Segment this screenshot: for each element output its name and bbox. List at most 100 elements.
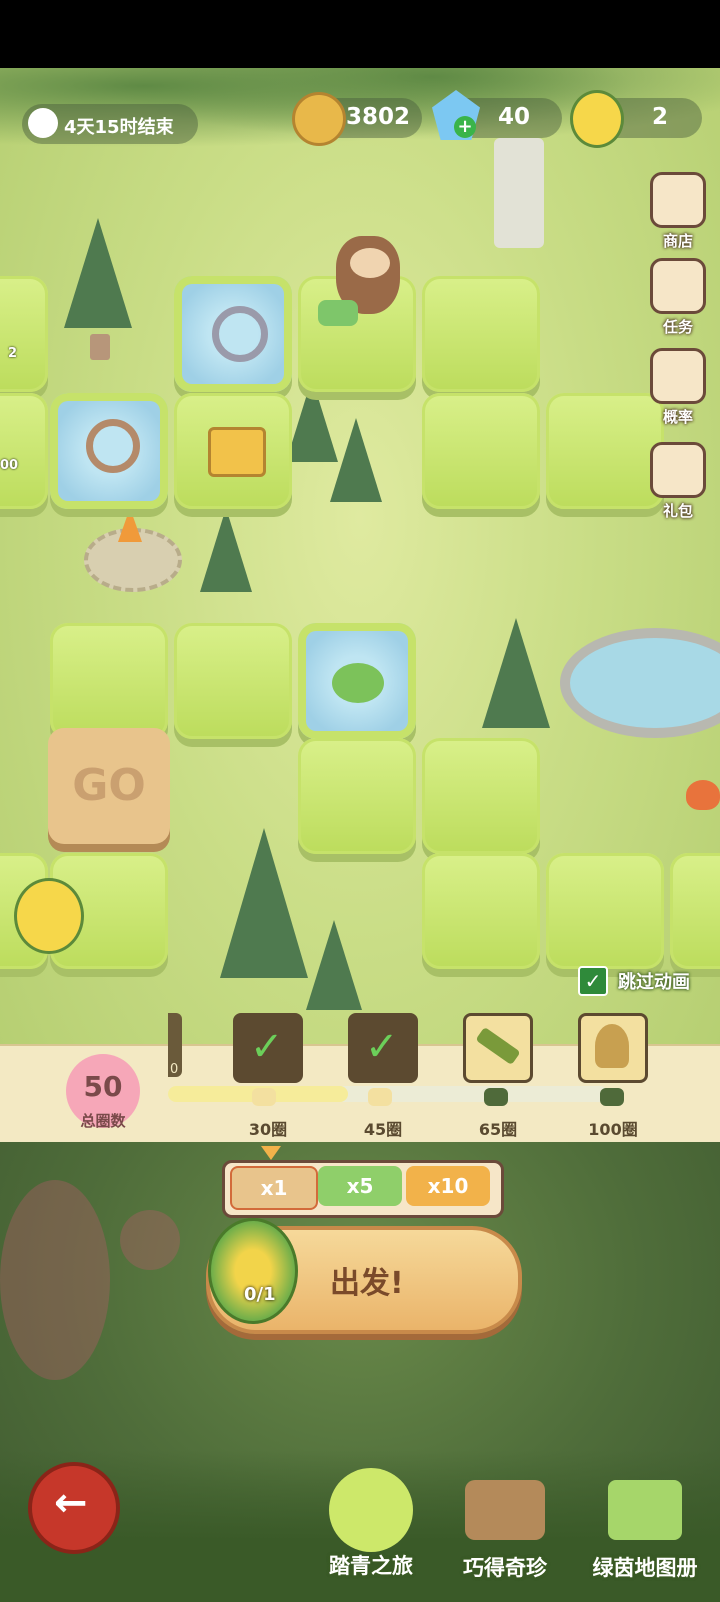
probability-button[interactable]: 概率 (648, 348, 708, 427)
board-tile (298, 738, 416, 854)
reward-partial-count: 0 (170, 1062, 179, 1077)
reward-30-claimed[interactable]: ✓ (233, 1013, 303, 1083)
flower-bush (120, 1210, 180, 1270)
honey-jar-icon (570, 90, 624, 148)
stone-column (494, 138, 544, 248)
board-tile (422, 738, 540, 854)
board-tile (50, 623, 168, 739)
multiplier-x5[interactable]: x5 (318, 1166, 402, 1206)
pine-tree-icon (200, 508, 252, 592)
board-tile-lilypad (298, 623, 416, 739)
gift-label: 礼包 (662, 502, 693, 520)
suitcase-icon (465, 1480, 545, 1540)
total-laps-value: 50 (83, 1070, 123, 1103)
milestone-65-label: 65圈 (478, 1120, 518, 1139)
add-icon[interactable]: + (454, 116, 476, 138)
go-start-tile: GO (48, 728, 170, 844)
fire-icon (118, 508, 142, 542)
pine-tree-icon (64, 218, 132, 328)
monkey-tab-icon (329, 1468, 413, 1552)
reward-65-bazooka[interactable] (463, 1013, 533, 1083)
selected-arrow-icon (261, 1146, 281, 1160)
probability-label: 概率 (662, 408, 693, 426)
board-tile (546, 393, 664, 509)
shop-label: 商店 (662, 232, 693, 250)
board-tile-key (174, 276, 292, 392)
pine-tree-icon (482, 618, 550, 728)
milestone-marker (600, 1088, 624, 1106)
reward-45-claimed[interactable]: ✓ (348, 1013, 418, 1083)
ticket-count: 0/1 (244, 1284, 276, 1305)
total-laps-label: 总圈数 (80, 1112, 126, 1130)
board-tile-key (50, 393, 168, 509)
board-tile (0, 276, 48, 392)
milestone-marker (484, 1088, 508, 1106)
milestone-marker (252, 1088, 276, 1106)
milestone-45-label: 45圈 (363, 1120, 403, 1139)
key-icon (212, 306, 268, 362)
tab-map-album-label: 绿茵地图册 (592, 1556, 698, 1580)
multiplier-x1[interactable]: x1 (230, 1166, 318, 1210)
task-button[interactable]: 任务 (648, 258, 708, 337)
tab-map-album[interactable]: 绿茵地图册 (580, 1468, 710, 1582)
reward-100-explorer[interactable] (578, 1013, 648, 1083)
countdown-text: 4天15时结束 (64, 117, 174, 138)
honey-counter: 2 (570, 90, 702, 148)
honey-jar-icon (14, 878, 84, 954)
shop-button[interactable]: 商店 (648, 172, 708, 251)
tile-count: 00 (0, 458, 19, 473)
pine-tree-icon (306, 920, 362, 1010)
tile-count: 2 (8, 346, 18, 361)
tab-treasures[interactable]: 巧得奇珍 (445, 1468, 565, 1582)
task-label: 任务 (662, 318, 693, 336)
board-tile (422, 276, 540, 392)
board-tile (670, 853, 720, 969)
shop-icon (650, 172, 706, 228)
lilypad-icon (332, 663, 384, 703)
coin-count: 3802 (346, 104, 411, 130)
milestone-100-label: 100圈 (588, 1120, 638, 1139)
tab-spring-outing[interactable]: 踏青之旅 (311, 1468, 431, 1580)
corn-ticket-icon (208, 1218, 298, 1324)
board-tile (174, 623, 292, 739)
checkbox-checked-icon[interactable]: ✓ (578, 966, 608, 996)
back-arrow-icon: ← (54, 1480, 88, 1526)
paw-icon (28, 108, 58, 138)
map-icon (608, 1480, 682, 1540)
gift-icon (650, 442, 706, 498)
tab-spring-outing-label: 踏青之旅 (329, 1554, 413, 1578)
skip-animation-label: 跳过动画 (618, 972, 690, 993)
board-tile (0, 393, 48, 509)
board-tile (546, 853, 664, 969)
crystal-counter[interactable]: + 40 (432, 90, 562, 140)
monkey-face (350, 248, 390, 278)
back-button[interactable]: ← (28, 1462, 120, 1554)
crystal-count: 40 (498, 104, 531, 130)
event-timer: 4天15时结束 (22, 104, 198, 144)
board-tile-chest (174, 393, 292, 509)
milestone-marker (368, 1088, 392, 1106)
watering-can-icon (318, 300, 358, 326)
explorer-avatar-icon (595, 1024, 629, 1068)
pine-tree-icon (330, 418, 382, 502)
check-icon: ✓ (250, 1024, 284, 1070)
check-icon: ✓ (365, 1024, 399, 1070)
board-tile (422, 393, 540, 509)
coin-icon (292, 92, 346, 146)
multiplier-x10[interactable]: x10 (406, 1166, 490, 1206)
coin-counter: 3802 (292, 92, 422, 146)
fox-icon (686, 780, 720, 810)
start-button-label: 出发! (330, 1266, 404, 1301)
key-icon (86, 419, 140, 473)
flower-bush (0, 1180, 110, 1380)
pond (560, 628, 720, 738)
status-bar (0, 0, 720, 68)
gift-button[interactable]: 礼包 (648, 442, 708, 521)
tab-treasures-label: 巧得奇珍 (463, 1556, 547, 1580)
treasure-chest-icon (208, 427, 266, 477)
honey-count: 2 (652, 104, 669, 130)
bazooka-icon (475, 1026, 521, 1066)
pine-tree-icon (220, 828, 308, 978)
task-icon (650, 258, 706, 314)
milestone-30-label: 30圈 (248, 1120, 288, 1139)
